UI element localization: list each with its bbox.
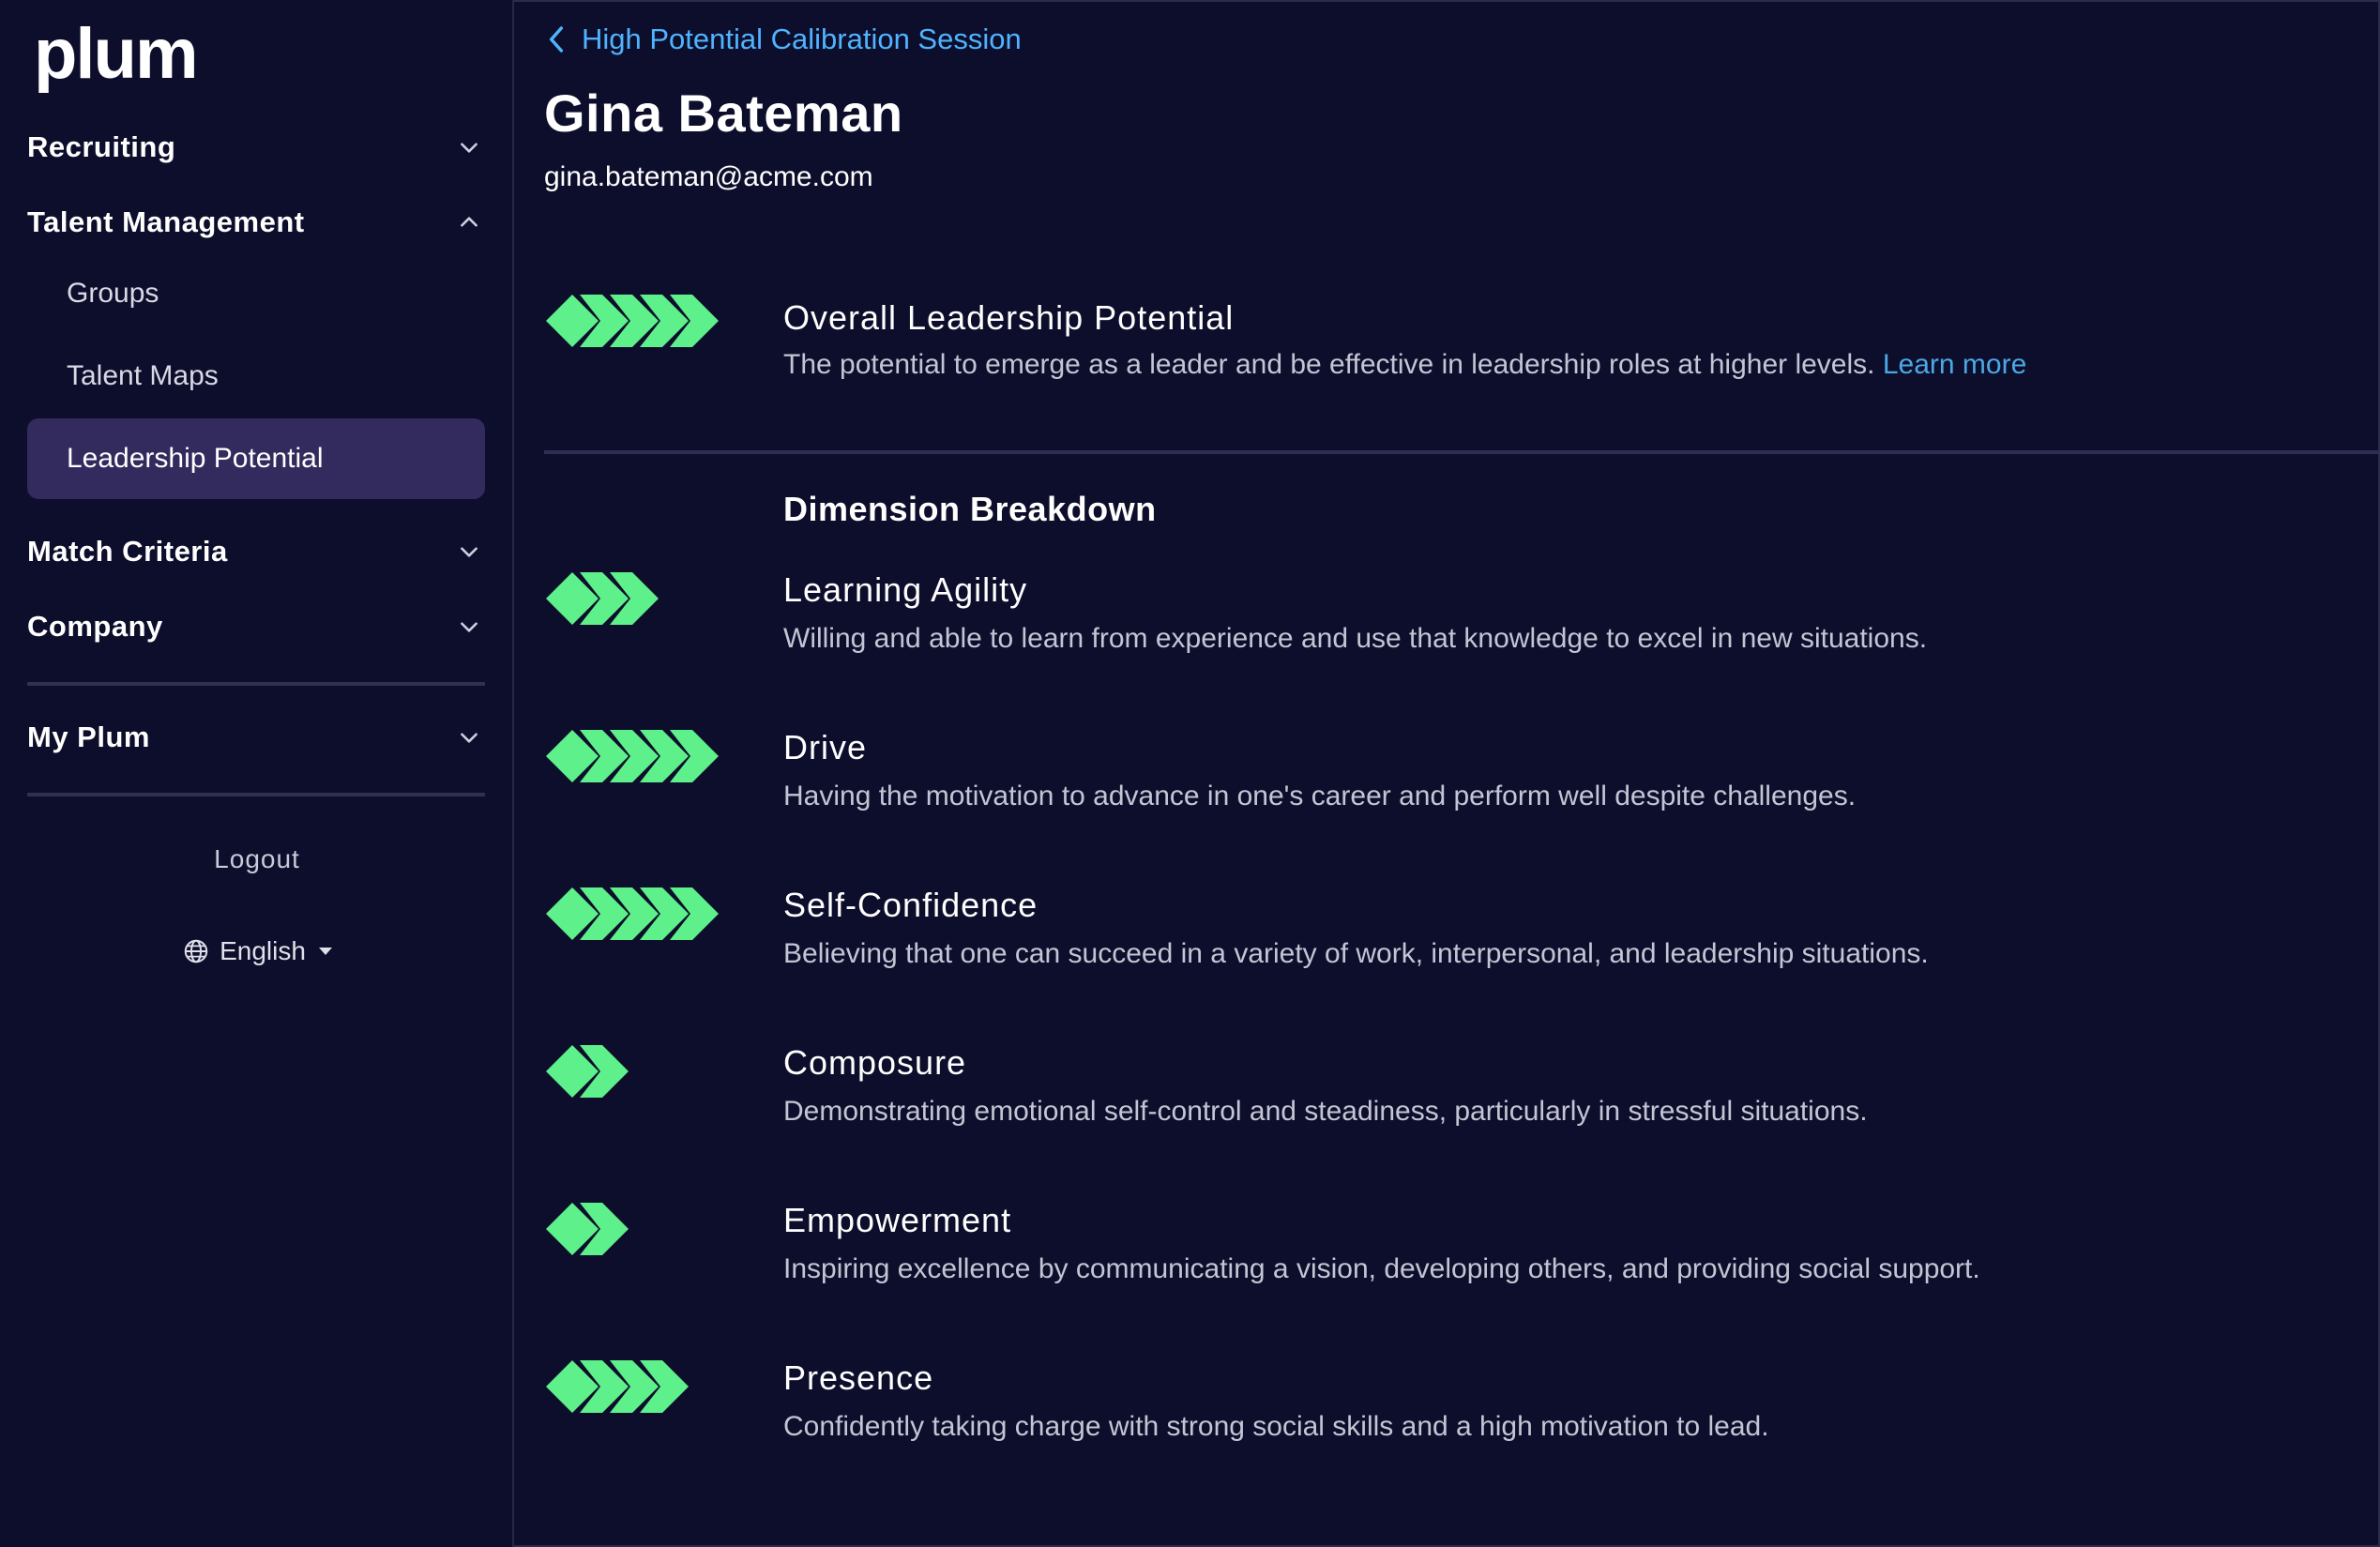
section-divider [544, 450, 2380, 454]
sidebar-divider [27, 682, 485, 686]
dimension-title: Drive [783, 728, 868, 766]
nav-section-my-plum[interactable]: My Plum [27, 711, 485, 764]
rating-diamonds-icon [544, 1201, 630, 1257]
dimension-row: Composure Demonstrating emotional self-c… [544, 1043, 2364, 1156]
chevron-left-icon [549, 26, 564, 53]
rating-diamonds-icon [544, 728, 720, 784]
nav-section-label: Company [27, 610, 163, 643]
nav-section-talent-management[interactable]: Talent Management [27, 196, 485, 249]
rating-diamonds-icon [544, 1043, 630, 1100]
sidebar-item-label: Talent Maps [67, 360, 219, 391]
logout-link[interactable]: Logout [0, 844, 514, 874]
dimension-breakdown-heading: Dimension Breakdown [783, 490, 1157, 528]
dimension-title: Learning Agility [783, 570, 1028, 609]
dimension-title: Self-Confidence [783, 886, 1038, 924]
language-selector[interactable]: English [0, 936, 514, 966]
main-content: High Potential Calibration Session Gina … [514, 0, 2380, 1547]
plum-logo[interactable]: plum [34, 13, 199, 95]
breadcrumb-label: High Potential Calibration Session [582, 23, 1022, 55]
nav-section-company[interactable]: Company [27, 600, 485, 653]
nav-section-recruiting[interactable]: Recruiting [27, 121, 485, 174]
dimension-description: Believing that one can succeed in a vari… [783, 938, 1929, 969]
rating-diamonds-icon [544, 1358, 690, 1415]
sidebar-item-talent-maps[interactable]: Talent Maps [27, 336, 485, 417]
overall-rating-row: Overall Leadership Potential The potenti… [544, 293, 2364, 405]
globe-icon [184, 939, 208, 963]
dimension-description: Confidently taking charge with strong so… [783, 1411, 1769, 1442]
person-email: gina.bateman@acme.com [544, 161, 873, 192]
nav-section-label: Talent Management [27, 205, 305, 238]
overall-description-text: The potential to emerge as a leader and … [783, 349, 1875, 380]
chevron-down-icon [453, 536, 485, 568]
dimension-title: Empowerment [783, 1201, 1012, 1239]
sidebar-item-label: Leadership Potential [67, 443, 324, 474]
rating-diamonds-icon [544, 293, 720, 349]
rating-diamonds-icon [544, 570, 660, 627]
nav-section-label: My Plum [27, 720, 150, 753]
dimension-description: Having the motivation to advance in one'… [783, 781, 1857, 811]
dimension-row: Self-Confidence Believing that one can s… [544, 886, 2364, 998]
language-label: English [220, 936, 306, 965]
dimension-row: Learning Agility Willing and able to lea… [544, 570, 2364, 683]
dimension-row: Empowerment Inspiring excellence by comm… [544, 1201, 2364, 1313]
chevron-down-icon [453, 721, 485, 753]
nav-section-match-criteria[interactable]: Match Criteria [27, 525, 485, 578]
breadcrumb[interactable]: High Potential Calibration Session [544, 23, 1022, 56]
chevron-down-icon [453, 611, 485, 643]
nav-section-label: Match Criteria [27, 535, 228, 568]
dimension-title: Composure [783, 1043, 967, 1082]
page-title: Gina Bateman [544, 83, 903, 143]
overall-title: Overall Leadership Potential [783, 298, 1235, 337]
rating-diamonds-icon [544, 886, 720, 942]
dimension-description: Demonstrating emotional self-control and… [783, 1096, 1868, 1127]
overall-description: The potential to emerge as a leader and … [783, 349, 2026, 381]
nav-section-label: Recruiting [27, 130, 176, 163]
dimension-description: Inspiring excellence by communicating a … [783, 1253, 1980, 1284]
chevron-down-icon [453, 131, 485, 163]
dimension-description: Willing and able to learn from experienc… [783, 623, 1928, 654]
chevron-up-icon [453, 206, 485, 238]
sidebar-divider [27, 793, 485, 796]
caret-down-icon [318, 948, 332, 955]
sidebar-item-leadership-potential[interactable]: Leadership Potential [27, 418, 485, 499]
sidebar-item-label: Groups [67, 278, 159, 309]
dimension-row: Presence Confidently taking charge with … [544, 1358, 2364, 1471]
sidebar-item-groups[interactable]: Groups [27, 253, 485, 334]
dimension-title: Presence [783, 1358, 934, 1397]
sidebar: plum Recruiting Talent Management Groups… [0, 0, 514, 1547]
learn-more-link[interactable]: Learn more [1883, 349, 2026, 380]
dimension-row: Drive Having the motivation to advance i… [544, 728, 2364, 841]
